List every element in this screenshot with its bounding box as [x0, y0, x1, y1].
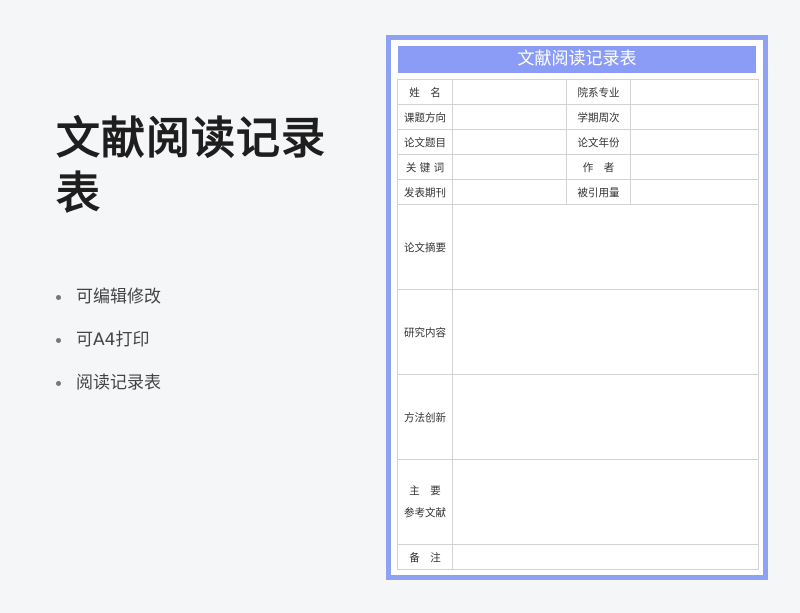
feature-item: 阅读记录表 [56, 370, 161, 413]
references-field[interactable] [452, 459, 759, 545]
name-field[interactable] [452, 79, 567, 105]
bullet-dot-icon [56, 295, 61, 300]
paper-year-field[interactable] [630, 129, 759, 155]
table-row: 备 注 [397, 544, 759, 570]
journal-field[interactable] [452, 179, 567, 205]
field-label: 被引用量 [566, 179, 631, 205]
record-sheet-preview: 文献阅读记录表 姓 名 院系专业 课题方向 学期周次 论文题目 论文年份 关 键… [386, 35, 768, 580]
field-label: 主 要 参考文献 [397, 459, 453, 545]
field-label: 关 键 词 [397, 154, 453, 180]
feature-item: 可编辑修改 [56, 284, 161, 327]
field-label: 论文摘要 [397, 204, 453, 290]
notes-field[interactable] [452, 544, 759, 570]
record-table: 姓 名 院系专业 课题方向 学期周次 论文题目 论文年份 关 键 词 作 者 发… [397, 79, 759, 570]
references-label-line2: 参考文献 [404, 507, 446, 519]
research-direction-field[interactable] [452, 104, 567, 130]
field-label: 学期周次 [566, 104, 631, 130]
table-row: 方法创新 [397, 374, 759, 460]
field-label: 论文年份 [566, 129, 631, 155]
author-field[interactable] [630, 154, 759, 180]
citations-field[interactable] [630, 179, 759, 205]
research-content-field[interactable] [452, 289, 759, 375]
field-label: 论文题目 [397, 129, 453, 155]
table-row: 姓 名 院系专业 [397, 79, 759, 105]
field-label: 研究内容 [397, 289, 453, 375]
field-label: 姓 名 [397, 79, 453, 105]
field-label: 院系专业 [566, 79, 631, 105]
feature-list: 可编辑修改 可A4打印 阅读记录表 [56, 284, 161, 413]
keywords-field[interactable] [452, 154, 567, 180]
table-row: 主 要 参考文献 [397, 459, 759, 545]
bullet-dot-icon [56, 381, 61, 386]
abstract-field[interactable] [452, 204, 759, 290]
table-row: 课题方向 学期周次 [397, 104, 759, 130]
bullet-dot-icon [56, 338, 61, 343]
field-label: 方法创新 [397, 374, 453, 460]
feature-text: 阅读记录表 [76, 373, 161, 393]
method-innovation-field[interactable] [452, 374, 759, 460]
table-row: 关 键 词 作 者 [397, 154, 759, 180]
field-label: 发表期刊 [397, 179, 453, 205]
table-row: 研究内容 [397, 289, 759, 375]
sheet-title: 文献阅读记录表 [398, 46, 756, 73]
field-label: 课题方向 [397, 104, 453, 130]
table-row: 论文摘要 [397, 204, 759, 290]
table-row: 论文题目 论文年份 [397, 129, 759, 155]
semester-week-field[interactable] [630, 104, 759, 130]
paper-title-field[interactable] [452, 129, 567, 155]
table-row: 发表期刊 被引用量 [397, 179, 759, 205]
page-headline: 文献阅读记录表 [56, 113, 326, 219]
field-label: 备 注 [397, 544, 453, 570]
feature-text: 可编辑修改 [76, 287, 161, 307]
field-label: 作 者 [566, 154, 631, 180]
references-label-line1: 主 要 [409, 485, 441, 497]
department-field[interactable] [630, 79, 759, 105]
feature-text: 可A4打印 [76, 330, 150, 350]
feature-item: 可A4打印 [56, 327, 161, 370]
